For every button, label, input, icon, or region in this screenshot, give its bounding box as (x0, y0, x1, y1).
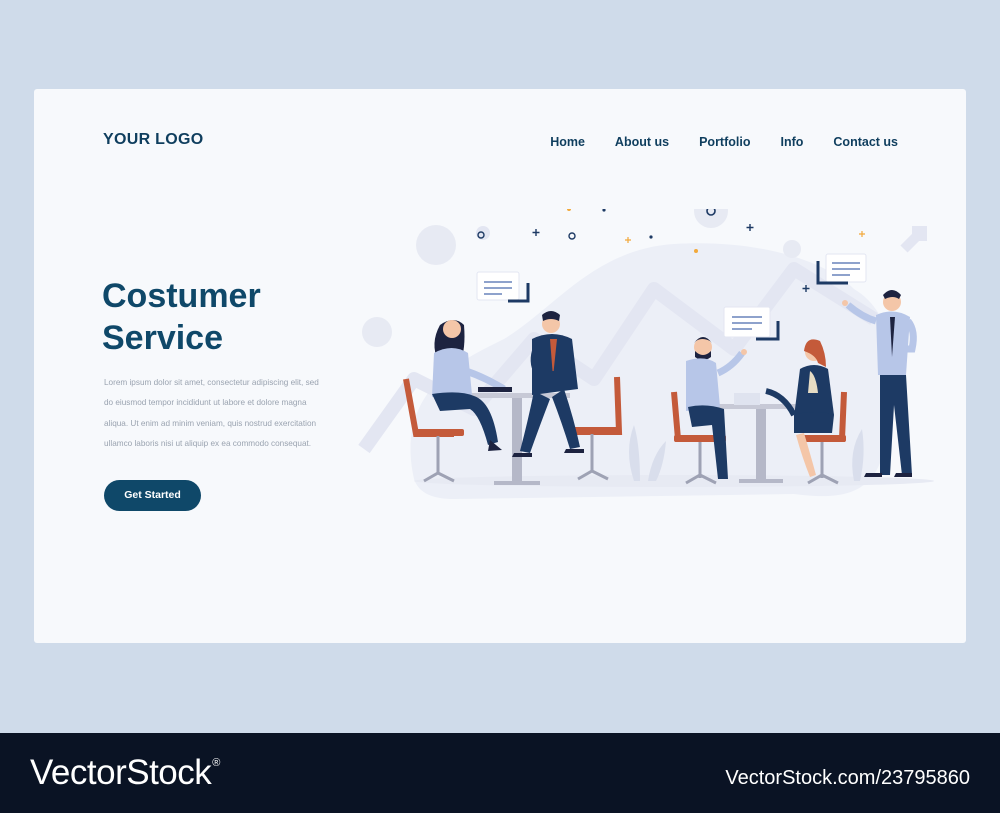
watermark-brand: VectorStock® (30, 753, 220, 793)
watermark-bar: VectorStock® VectorStock.com/23795860 (0, 733, 1000, 813)
nav-info[interactable]: Info (780, 135, 803, 149)
logo[interactable]: YOUR LOGO (103, 131, 203, 149)
people-meeting-at-tables-icon (358, 209, 934, 499)
hero-title-line2: Service (102, 319, 223, 357)
registered-mark: ® (212, 757, 220, 769)
hero-body: Lorem ipsum dolor sit amet, consectetur … (104, 378, 319, 448)
watermark-brand-text: VectorStock (30, 753, 212, 792)
nav-portfolio[interactable]: Portfolio (699, 135, 750, 149)
hero-title-line1: Costumer (102, 277, 261, 315)
watermark-stock-id: VectorStock.com/23795860 (725, 767, 970, 789)
main-nav: Home About us Portfolio Info Contact us (520, 135, 898, 149)
hero-title: Costumer Service (102, 275, 362, 359)
nav-about-us[interactable]: About us (615, 135, 669, 149)
nav-contact-us[interactable]: Contact us (833, 135, 898, 149)
landing-card: YOUR LOGO Home About us Portfolio Info C… (34, 89, 966, 643)
nav-home[interactable]: Home (550, 135, 585, 149)
get-started-button[interactable]: Get Started (104, 480, 201, 511)
